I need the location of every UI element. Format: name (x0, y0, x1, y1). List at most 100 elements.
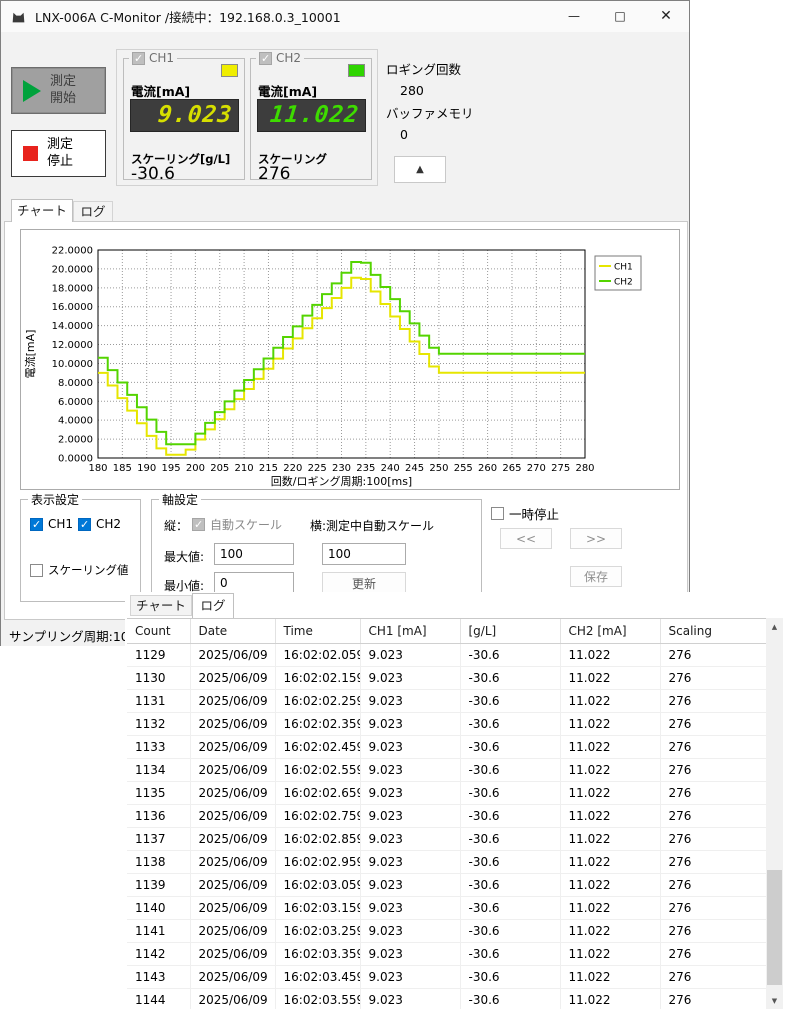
log-table: Count Date Time CH1 [mA] [g/L] CH2 [mA] Scalin… (127, 618, 766, 1009)
min-value-input[interactable] (214, 572, 294, 594)
ch2-current-label: 電流[mA] (258, 84, 318, 99)
svg-text:6.0000: 6.0000 (58, 397, 93, 408)
minimize-button[interactable]: — (551, 1, 597, 31)
maximize-button[interactable]: □ (597, 1, 643, 31)
checkbox-ch1-box (30, 517, 43, 531)
scroll-down-icon[interactable]: ▼ (766, 992, 783, 1009)
table-cell: 276 (660, 804, 766, 828)
table-cell: 16:02:02.359 (275, 712, 361, 736)
table-cell: 2025/06/09 (190, 988, 276, 1009)
table-cell: 16:02:03.559 (275, 988, 361, 1009)
table-cell: 276 (660, 666, 766, 690)
table-row[interactable]: 1135 2025/06/09 16:02:02.659 9.023 -30.6 11.0… (127, 781, 766, 805)
ch2-enable-checkbox[interactable]: CH2 (256, 51, 305, 65)
scroll-thumb[interactable] (767, 870, 782, 985)
chart-tab-page: 0.0000 2.0000 4.0000 6.0000 8.0000 10.0000 12.… (4, 221, 688, 620)
measure-stop-button[interactable]: 測定 停止 (11, 130, 106, 177)
table-row[interactable]: 1134 2025/06/09 16:02:02.559 9.023 -30.6 11.0… (127, 758, 766, 782)
table-cell: 1135 (127, 781, 191, 805)
caption-buttons: — □ ✕ (551, 1, 689, 31)
checkbox-scaling-value[interactable]: スケーリング値 (30, 562, 129, 578)
log-panel: チャート ログ Count Date Time CH1 [mA] [g/L] CH2 [m… (125, 592, 784, 1009)
table-row[interactable]: 1138 2025/06/09 16:02:02.959 9.023 -30.6 11.0… (127, 850, 766, 874)
ch1-enable-checkbox[interactable]: CH1 (129, 51, 178, 65)
table-cell: 11.022 (560, 758, 661, 782)
svg-text:280: 280 (575, 463, 594, 474)
table-row[interactable]: 1130 2025/06/09 16:02:02.159 9.023 -30.6 11.0… (127, 666, 766, 690)
table-row[interactable]: 1131 2025/06/09 16:02:02.259 9.023 -30.6 11.0… (127, 689, 766, 713)
horizontal-max-input[interactable] (322, 543, 406, 565)
table-cell: 276 (660, 919, 766, 943)
measure-start-button[interactable]: 測定 開始 (11, 67, 106, 114)
table-cell: -30.6 (460, 712, 561, 736)
svg-text:22.0000: 22.0000 (52, 246, 93, 257)
log-column-header[interactable]: Scaling (660, 619, 766, 644)
table-cell: 11.022 (560, 827, 661, 851)
table-row[interactable]: 1133 2025/06/09 16:02:02.459 9.023 -30.6 11.0… (127, 735, 766, 759)
table-cell: 276 (660, 827, 766, 851)
scroll-forward-button[interactable]: >> (570, 528, 622, 549)
table-cell: -30.6 (460, 689, 561, 713)
svg-text:205: 205 (210, 463, 229, 474)
table-row[interactable]: 1136 2025/06/09 16:02:02.759 9.023 -30.6 11.0… (127, 804, 766, 828)
table-cell: 9.023 (360, 781, 461, 805)
table-cell: 276 (660, 942, 766, 966)
table-row[interactable]: 1143 2025/06/09 16:02:03.459 9.023 -30.6 11.0… (127, 965, 766, 989)
table-cell: 11.022 (560, 804, 661, 828)
ch2-current-display: 11.022 (257, 99, 366, 132)
table-row[interactable]: 1144 2025/06/09 16:02:03.559 9.023 -30.6 11.0… (127, 988, 766, 1009)
log-tab-log[interactable]: ログ (192, 593, 234, 618)
autoscale-checkbox[interactable]: 自動スケール (192, 516, 282, 533)
tab-chart[interactable]: チャート (11, 199, 73, 222)
log-column-header[interactable]: Date (190, 619, 276, 644)
checkbox-ch1-visible[interactable]: CH1 (30, 517, 73, 531)
svg-text:255: 255 (454, 463, 473, 474)
svg-text:185: 185 (113, 463, 132, 474)
table-cell: 1139 (127, 873, 191, 897)
table-row[interactable]: 1139 2025/06/09 16:02:03.059 9.023 -30.6 11.0… (127, 873, 766, 897)
table-row[interactable]: 1140 2025/06/09 16:02:03.159 9.023 -30.6 11.0… (127, 896, 766, 920)
table-cell: 11.022 (560, 712, 661, 736)
table-row[interactable]: 1141 2025/06/09 16:02:03.259 9.023 -30.6 11.0… (127, 919, 766, 943)
scroll-up-icon[interactable]: ▲ (766, 618, 783, 635)
save-button[interactable]: 保存 (570, 566, 622, 587)
screen: LNX-006A C-Monitor /接続中：192.168.0.3_1000… (0, 0, 795, 1009)
log-tab-chart[interactable]: チャート (130, 595, 192, 616)
svg-text:265: 265 (502, 463, 521, 474)
collapse-button[interactable]: ▲ (394, 156, 446, 183)
tab-log[interactable]: ログ (73, 201, 113, 222)
log-column-header[interactable]: [g/L] (460, 619, 561, 644)
checkbox-scaling-box (30, 563, 43, 577)
table-row[interactable]: 1142 2025/06/09 16:02:03.359 9.023 -30.6 11.0… (127, 942, 766, 966)
close-button[interactable]: ✕ (643, 1, 689, 31)
display-settings-title: 表示設定 (28, 491, 83, 508)
log-column-header[interactable]: CH2 [mA] (560, 619, 661, 644)
pause-checkbox[interactable]: 一時停止 (491, 504, 559, 523)
app-icon (12, 12, 25, 23)
table-cell: -30.6 (460, 758, 561, 782)
scroll-back-button[interactable]: << (500, 528, 552, 549)
max-value-input[interactable] (214, 543, 294, 565)
table-row[interactable]: 1132 2025/06/09 16:02:02.359 9.023 -30.6 11.0… (127, 712, 766, 736)
log-column-header[interactable]: Time (275, 619, 361, 644)
ch1-current-display: 9.023 (130, 99, 239, 132)
checkbox-ch2-visible[interactable]: CH2 (78, 517, 121, 531)
table-cell: 1134 (127, 758, 191, 782)
log-scrollbar[interactable]: ▲ ▼ (766, 618, 783, 1009)
table-cell: 11.022 (560, 988, 661, 1009)
table-cell: 2025/06/09 (190, 712, 276, 736)
svg-text:250: 250 (429, 463, 448, 474)
table-cell: 276 (660, 781, 766, 805)
table-cell: -30.6 (460, 804, 561, 828)
table-cell: 2025/06/09 (190, 781, 276, 805)
table-cell: 2025/06/09 (190, 896, 276, 920)
main-window: LNX-006A C-Monitor /接続中：192.168.0.3_1000… (0, 0, 690, 646)
table-cell: 9.023 (360, 712, 461, 736)
svg-text:240: 240 (381, 463, 400, 474)
log-column-header[interactable]: Count (127, 619, 191, 644)
table-cell: 16:02:02.059 (275, 643, 361, 667)
table-cell: -30.6 (460, 827, 561, 851)
log-column-header[interactable]: CH1 [mA] (360, 619, 461, 644)
table-row[interactable]: 1137 2025/06/09 16:02:02.859 9.023 -30.6 11.0… (127, 827, 766, 851)
table-row[interactable]: 1129 2025/06/09 16:02:02.059 9.023 -30.6 11.0… (127, 643, 766, 667)
